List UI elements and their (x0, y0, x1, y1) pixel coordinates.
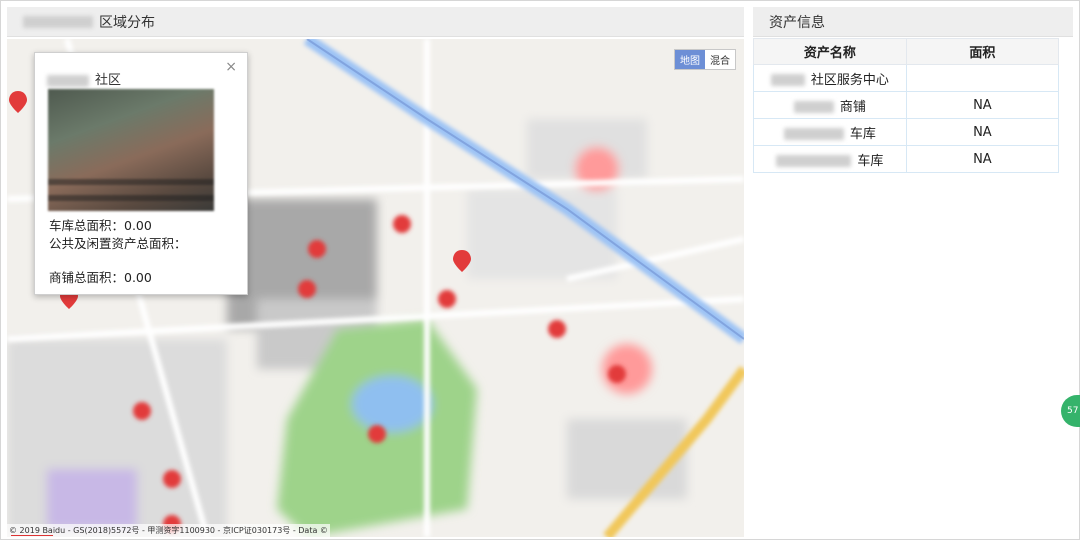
public-idle-area-text: 公共及闲置资产总面积： (49, 236, 187, 251)
map-type-map-button[interactable]: 地图 (675, 50, 705, 69)
popup-title-row: 社区 (47, 69, 121, 88)
copyright-underline (11, 535, 53, 536)
column-header-name[interactable]: 资产名称 (753, 38, 907, 65)
shop-area-text: 商铺总面积：0.00 (49, 270, 152, 285)
community-info-popup: 社区 × 车库总面积：0.00 公共及闲置资产总面积： 商铺总面积：0.00 (34, 52, 248, 295)
asset-panel-header: 资产信息 (753, 7, 1073, 37)
asset-name-text: 商铺 (839, 99, 866, 115)
garage-area-text: 车库总面积：0.00 (49, 218, 152, 233)
asset-panel-title: 资产信息 (769, 14, 825, 31)
column-header-area[interactable]: 面积 (905, 38, 1060, 65)
community-photo (48, 89, 214, 211)
map-marker-icon[interactable] (453, 250, 471, 272)
redacted-text (23, 15, 93, 28)
redacted-text (776, 155, 852, 167)
redacted-text (783, 128, 844, 140)
table-row[interactable]: 商铺 NA (753, 91, 1060, 119)
popup-title: 社区 (95, 73, 122, 88)
asset-name-text: 车库 (849, 126, 876, 142)
asset-area-cell: NA (905, 118, 1060, 146)
redacted-text (770, 74, 805, 86)
region-panel-title: 区域分布 (99, 14, 155, 31)
app-frame: 区域分布 地图 混合 © 2019 Baidu - GS(2018)5572号 … (0, 0, 1080, 540)
map-type-switch: 地图 混合 (674, 49, 736, 70)
asset-info-panel: 资产信息 资产名称 面积 社区服务中心 商铺 NA 车库 NA 车库 NA (753, 7, 1073, 537)
redacted-text (793, 101, 834, 113)
close-icon[interactable]: × (225, 59, 237, 75)
redacted-text (47, 74, 89, 87)
asset-name-cell: 车库 (753, 118, 907, 146)
asset-name-text: 社区服务中心 (810, 72, 889, 88)
asset-name-cell: 车库 (753, 145, 907, 173)
asset-name-text: 车库 (857, 153, 884, 169)
asset-area-cell: NA (905, 91, 1060, 119)
map-marker-icon[interactable] (9, 91, 27, 113)
table-row[interactable]: 车库 NA (753, 145, 1060, 173)
asset-table: 资产名称 面积 社区服务中心 商铺 NA 车库 NA 车库 NA (753, 38, 1060, 173)
asset-area-cell (905, 64, 1060, 92)
region-distribution-panel: 区域分布 地图 混合 © 2019 Baidu - GS(2018)5572号 … (7, 7, 744, 537)
region-panel-header: 区域分布 (7, 7, 744, 37)
map-type-hybrid-button[interactable]: 混合 (705, 50, 735, 69)
asset-name-cell: 社区服务中心 (753, 64, 907, 92)
asset-area-cell: NA (905, 145, 1060, 173)
map-copyright: © 2019 Baidu - GS(2018)5572号 - 甲测资字11009… (7, 524, 330, 537)
asset-name-cell: 商铺 (753, 91, 907, 119)
table-row[interactable]: 车库 NA (753, 118, 1060, 146)
table-row[interactable]: 社区服务中心 (753, 64, 1060, 92)
table-header-row: 资产名称 面积 (753, 38, 1060, 65)
